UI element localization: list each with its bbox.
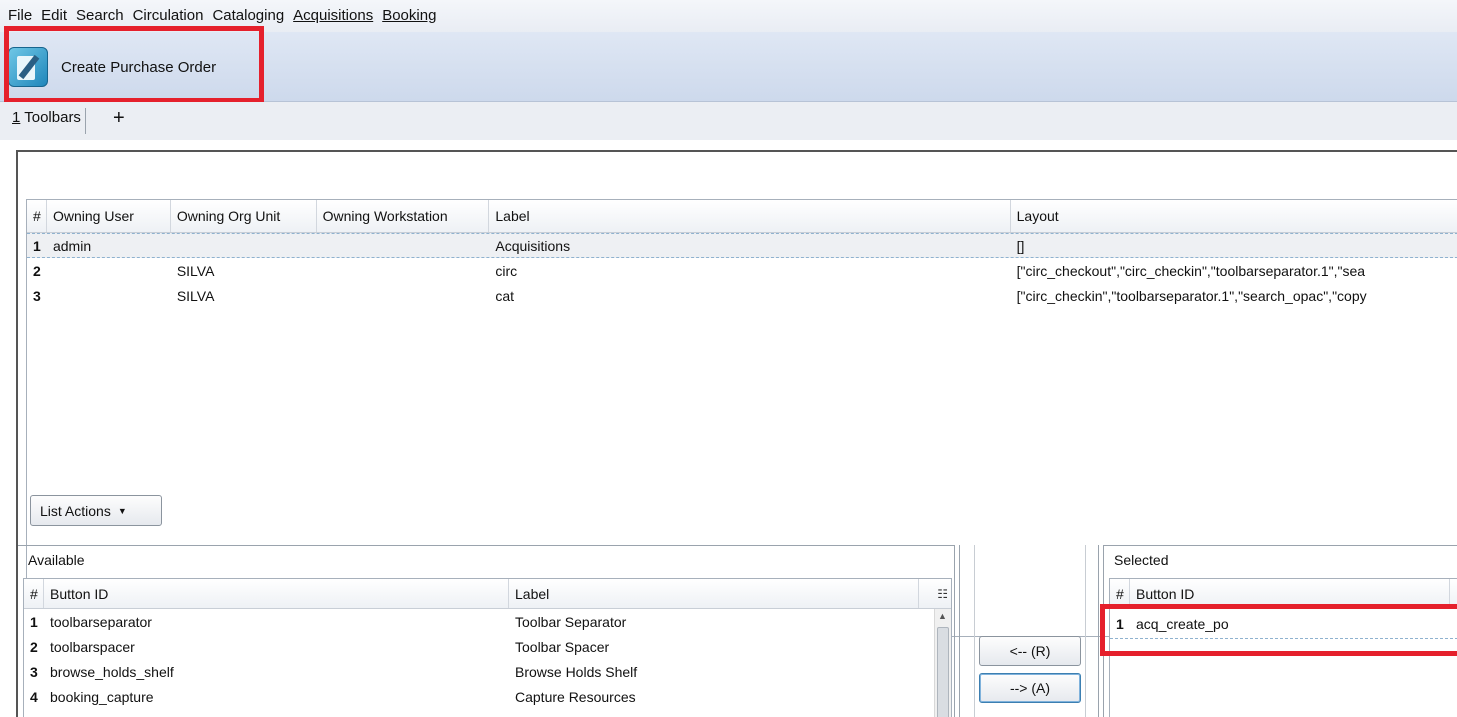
label-cell: Browse Holds Shelf	[515, 663, 638, 680]
tab-strip: 1 Toolbars +	[0, 102, 1457, 140]
menu-acquisitions[interactable]: Acquisitions	[293, 7, 373, 25]
create-po-icon	[8, 47, 48, 87]
col-owning-org-unit[interactable]: Owning Org Unit	[171, 200, 317, 232]
row-num: 1	[33, 237, 41, 254]
row-num: 3	[33, 287, 41, 304]
create-purchase-order-label: Create Purchase Order	[61, 58, 217, 76]
menu-cataloging[interactable]: Cataloging	[212, 7, 284, 25]
tab-toolbars-label: Toolbars	[20, 109, 81, 126]
list-item[interactable]: 2 toolbarspacer Toolbar Spacer	[24, 634, 951, 659]
available-grid: # Button ID Label ☷ 1 toolbarseparator T…	[23, 578, 952, 717]
create-purchase-order-button[interactable]: Create Purchase Order	[8, 42, 248, 92]
label-cell: Toolbar Spacer	[515, 638, 610, 655]
menu-circulation[interactable]: Circulation	[133, 7, 204, 25]
row-num: 1	[30, 613, 38, 630]
col-num[interactable]: #	[1110, 579, 1130, 608]
button-assignment-area: Available # Button ID Label ☷ 1 toolbars…	[18, 545, 1457, 717]
label-cell: Toolbar Separator	[515, 613, 627, 630]
selected-grid: # Button ID 1 acq_create_po	[1109, 578, 1457, 717]
button-id-cell: acq_create_po	[1136, 615, 1229, 632]
available-pane: Available # Button ID Label ☷ 1 toolbars…	[18, 545, 955, 717]
move-buttons-column: <-- (R) --> (A)	[974, 545, 1086, 717]
label-cell: Acquisitions	[495, 237, 571, 254]
menu-file[interactable]: File	[8, 7, 32, 25]
owning-org-cell: SILVA	[176, 287, 215, 304]
button-id-cell: booking_capture	[50, 688, 154, 705]
row-num: 2	[30, 638, 38, 655]
list-item[interactable]: 1 acq_create_po	[1110, 609, 1457, 639]
col-num[interactable]: #	[27, 200, 47, 232]
button-id-cell: browse_holds_shelf	[50, 663, 174, 680]
owning-user-cell: admin	[52, 237, 92, 254]
row-num: 1	[1116, 615, 1124, 632]
menu-bar: File Edit Search Circulation Cataloging …	[0, 0, 1457, 32]
col-layout[interactable]: Layout	[1011, 200, 1457, 232]
row-num: 2	[33, 262, 41, 279]
list-item[interactable]: 4 booking_capture Capture Resources	[24, 684, 951, 709]
label-cell: Capture Resources	[515, 688, 636, 705]
selected-title: Selected	[1114, 552, 1169, 568]
list-item[interactable]: 3 browse_holds_shelf Browse Holds Shelf	[24, 659, 951, 684]
list-actions-label: List Actions	[40, 502, 111, 519]
layout-cell: ["circ_checkin","toolbarseparator.1","se…	[1016, 287, 1367, 304]
layout-cell: ["circ_checkout","circ_checkin","toolbar…	[1016, 262, 1366, 279]
col-num[interactable]: #	[24, 579, 44, 608]
tab-toolbars[interactable]: 1 Toolbars	[8, 108, 86, 134]
chevron-down-icon: ▼	[117, 505, 127, 516]
list-actions-button[interactable]: List Actions ▼	[30, 495, 162, 526]
table-row[interactable]: 3 SILVA cat ["circ_checkin","toolbarsepa…	[27, 283, 1457, 308]
available-title: Available	[28, 552, 85, 568]
selected-pane: Selected # Button ID 1 acq_create_po	[1103, 545, 1457, 717]
row-num: 3	[30, 663, 38, 680]
owning-org-cell: SILVA	[176, 262, 215, 279]
menu-booking[interactable]: Booking	[382, 7, 436, 25]
toolbar: Create Purchase Order	[0, 32, 1457, 102]
scroll-up-icon[interactable]: ▲	[938, 611, 947, 621]
row-num: 4	[30, 688, 38, 705]
col-label[interactable]: Label	[509, 579, 919, 608]
column-picker-icon[interactable]: ☷	[937, 587, 948, 601]
label-cell: circ	[495, 262, 518, 279]
menu-search[interactable]: Search	[76, 7, 124, 25]
table-row[interactable]: 2 SILVA circ ["circ_checkout","circ_chec…	[27, 258, 1457, 283]
list-item[interactable]: 1 toolbarseparator Toolbar Separator	[24, 609, 951, 634]
col-button-id[interactable]: Button ID	[1130, 579, 1450, 608]
table-row[interactable]: 1 admin Acquisitions []	[27, 233, 1457, 258]
col-label[interactable]: Label	[489, 200, 1011, 232]
label-cell: cat	[495, 287, 515, 304]
remove-button[interactable]: <-- (R)	[979, 636, 1081, 666]
col-owning-user[interactable]: Owning User	[47, 200, 171, 232]
selected-grid-header: # Button ID	[1110, 579, 1457, 609]
menu-edit[interactable]: Edit	[41, 7, 67, 25]
toolbars-grid-header: # Owning User Owning Org Unit Owning Wor…	[27, 200, 1457, 233]
move-buttons-pane: <-- (R) --> (A)	[959, 545, 1099, 717]
add-button[interactable]: --> (A)	[979, 673, 1081, 703]
add-tab-button[interactable]: +	[113, 106, 125, 130]
scrollbar-thumb[interactable]	[937, 627, 949, 717]
col-button-id[interactable]: Button ID	[44, 579, 509, 608]
button-id-cell: toolbarseparator	[50, 613, 152, 630]
col-owning-workstation[interactable]: Owning Workstation	[317, 200, 490, 232]
layout-cell: []	[1016, 237, 1025, 254]
available-grid-header: # Button ID Label	[24, 579, 951, 609]
available-scrollbar[interactable]: ▲	[934, 609, 951, 717]
button-id-cell: toolbarspacer	[50, 638, 135, 655]
